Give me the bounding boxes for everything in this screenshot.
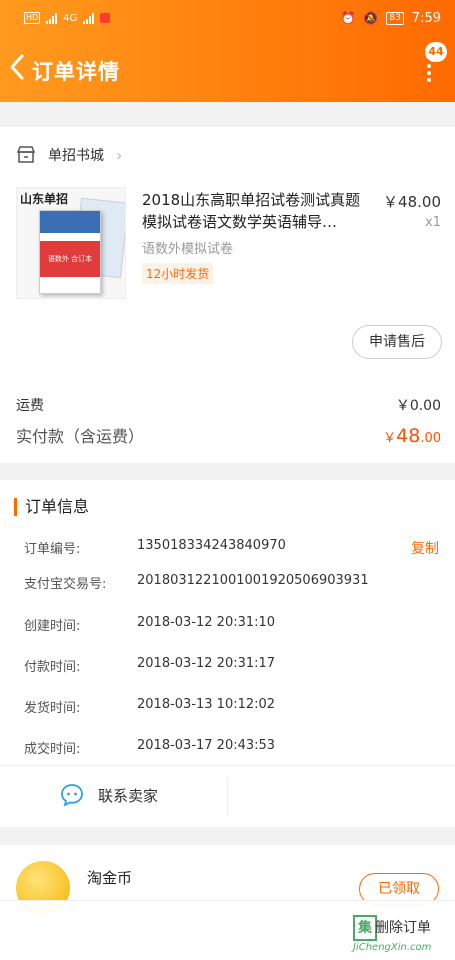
copy-order-number-button[interactable]: 复制 xyxy=(411,538,439,558)
info-row: 订单编号: 135018334243840970 复制 xyxy=(24,538,439,558)
book-cover: 语数外 合订本 xyxy=(39,210,101,294)
chevron-right-icon: › xyxy=(116,145,123,165)
header: HD 4G ⏰ 🔕 83 7:59 订单详情 44 xyxy=(0,0,455,102)
info-label: 发货时间: xyxy=(24,701,81,716)
info-value: 2018-03-17 20:43:53 xyxy=(137,738,276,753)
thumb-brand-text: 山东单招 xyxy=(20,192,69,206)
info-row: 创建时间: 2018-03-12 20:31:10 xyxy=(24,615,439,635)
info-value: 2018-03-12 20:31:10 xyxy=(137,615,276,630)
book-cover-text: 语数外 合订本 xyxy=(40,241,100,277)
shipping-fee-value: ￥0.00 xyxy=(395,398,441,414)
store-icon xyxy=(16,146,36,163)
order-info-title: 订单信息 xyxy=(14,498,89,516)
status-bar: HD 4G ⏰ 🔕 83 7:59 xyxy=(0,0,455,36)
info-row: 发货时间: 2018-03-13 10:12:02 xyxy=(24,697,439,717)
contact-seller-label: 联系卖家 xyxy=(98,786,159,805)
total-paid-row: 实付款（含运费） ￥48.00 xyxy=(16,423,441,447)
battery-icon: 83 xyxy=(386,11,404,25)
info-label: 成交时间: xyxy=(24,742,81,757)
shop-name: 单招书城 xyxy=(48,148,104,164)
info-label: 付款时间: xyxy=(24,660,81,675)
signal-icon-2 xyxy=(83,12,95,24)
app-notification-icon xyxy=(100,13,111,23)
more-menu-icon[interactable] xyxy=(425,62,433,86)
page-title: 订单详情 xyxy=(32,60,120,84)
status-left: HD 4G xyxy=(24,12,111,24)
info-value: 135018334243840970 xyxy=(137,538,286,553)
network-label: 4G xyxy=(63,12,78,24)
divider xyxy=(0,765,455,766)
status-right: ⏰ 🔕 83 7:59 xyxy=(340,11,441,26)
watermark-logo: 集 xyxy=(353,915,377,941)
chat-bubble-icon xyxy=(61,784,83,807)
product-image[interactable]: 山东单招 语数外 合订本 xyxy=(16,187,126,299)
info-value: 2018031221001001920506903931 xyxy=(137,573,369,588)
watermark-text: JiChengXin.com xyxy=(353,942,432,953)
product-price: ￥48.00 xyxy=(383,193,441,211)
info-label: 支付宝交易号: xyxy=(24,577,107,592)
back-arrow-icon[interactable] xyxy=(6,52,28,82)
shipping-tag: 12小时发货 xyxy=(142,263,214,284)
product-sku: 语数外模拟试卷 xyxy=(142,242,234,257)
info-row: 支付宝交易号: 2018031221001001920506903931 xyxy=(24,573,439,593)
delete-order-button[interactable]: 删除订单 xyxy=(375,917,431,937)
title-bar: 订单详情 44 xyxy=(0,36,455,102)
mute-icon: 🔕 xyxy=(363,11,379,25)
product-quantity: x1 xyxy=(425,215,441,230)
alarm-icon: ⏰ xyxy=(340,11,356,25)
total-decimal: .00 xyxy=(420,431,441,446)
total-currency: ￥ xyxy=(383,431,397,446)
product-name[interactable]: 2018山东高职单招试卷测试真题模拟试卷语文数学英语辅导… xyxy=(142,189,372,233)
info-value: 2018-03-13 10:12:02 xyxy=(137,697,276,712)
info-row: 付款时间: 2018-03-12 20:31:17 xyxy=(24,656,439,676)
hd-indicator: HD xyxy=(24,12,41,24)
bottom-action-bar: 集 JiChengXin.com 删除订单 xyxy=(0,900,455,960)
signal-icon xyxy=(46,12,58,24)
info-value: 2018-03-12 20:31:17 xyxy=(137,656,276,671)
shipping-fee-row: 运费 ￥0.00 xyxy=(16,395,441,415)
message-badge: 44 xyxy=(425,42,447,62)
info-label: 订单编号: xyxy=(24,542,81,557)
total-integer: 48 xyxy=(396,425,421,447)
order-product-card: 单招书城 › 山东单招 语数外 合订本 2018山东高职单招试卷测试真题模拟试卷… xyxy=(0,127,455,463)
request-aftersale-button[interactable]: 申请售后 xyxy=(352,325,442,359)
coin-title: 淘金币 xyxy=(87,869,133,887)
total-paid-amount: ￥48.00 xyxy=(383,425,441,447)
total-paid-label: 实付款（含运费） xyxy=(16,427,145,446)
shop-link[interactable]: 单招书城 › xyxy=(16,145,122,165)
status-time: 7:59 xyxy=(411,10,441,26)
order-info-card: 订单信息 订单编号: 135018334243840970 复制 支付宝交易号:… xyxy=(0,480,455,827)
vertical-divider xyxy=(227,778,228,816)
shipping-fee-label: 运费 xyxy=(16,398,44,414)
info-row: 成交时间: 2018-03-17 20:43:53 xyxy=(24,738,439,758)
info-label: 创建时间: xyxy=(24,619,81,634)
contact-seller-button[interactable]: 联系卖家 xyxy=(60,783,158,807)
